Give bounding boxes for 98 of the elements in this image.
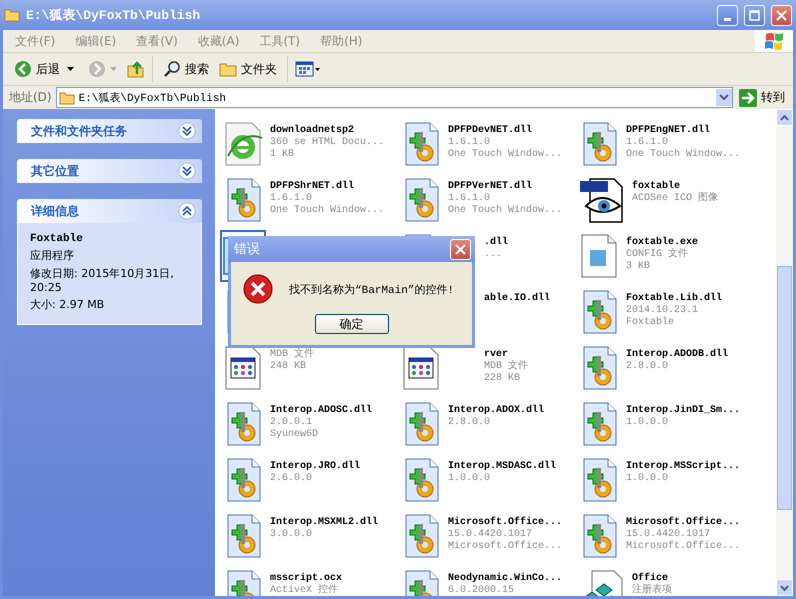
back-button[interactable]: 后退 [11,58,63,80]
up-folder-icon[interactable] [127,60,145,78]
folder-icon [219,61,237,77]
file-info: 15.0.4420.1017 [626,529,712,540]
panel-header[interactable]: 其它位置 [17,159,202,183]
file-info: 6.0.2000.15 [448,585,516,596]
scrollbar[interactable] [776,109,793,596]
panel-header[interactable]: 详细信息 [17,199,202,223]
file-info: 1.6.1.0 [270,193,314,204]
close-icon [455,244,466,254]
file-info: One Touch Window... [626,149,740,161]
detail-text: 大小: 2.97 MB [30,297,106,312]
detail-text: 应用程序 [30,248,75,263]
file-info: One Touch Window... [448,205,562,217]
file-name[interactable]: Interop.MSDASC.dll [448,461,556,473]
file-name[interactable]: rver [484,349,528,361]
error-message: 找不到名称为“BarMain”的控件! [289,283,454,296]
file-info: One Touch Window... [270,205,384,217]
maximize-icon [749,10,760,20]
ok-button[interactable]: 确定 [314,314,388,334]
file-name[interactable]: downloadnetsp2 [270,125,384,137]
file-info: 1.6.1.0 [448,193,492,204]
panel-header[interactable]: 文件和文件夹任务 [17,119,202,143]
file-name[interactable]: .dll [484,237,508,249]
file-info: Syunew6D [270,429,320,441]
file-info: ACDSee ICO 图像 [632,193,718,205]
views-icon[interactable] [295,60,321,78]
file-name[interactable]: Neodynamic.WinCo... [448,573,562,585]
search-icon [163,60,181,78]
folder-icon [58,90,75,104]
file-name[interactable]: Interop.MSScript... [626,461,740,473]
file-info: One Touch Window... [448,149,562,161]
file-info: 2.6.0.0 [270,473,314,485]
eye-file-icon [578,176,626,224]
file-name[interactable]: DPFPEngNET.dll [626,125,740,137]
file-info: 1.6.1.0 [448,137,492,148]
file-info: 360 se HTML Docu... [270,137,384,149]
file-name[interactable]: foxtable [632,181,718,193]
file-info: 228 KB [484,373,522,385]
detail-text: 修改日期: 2015年10月31日, 20:25 [30,266,175,294]
file-name: Foxtable [30,233,84,245]
file-info: ... [484,249,504,261]
close-button[interactable] [450,238,471,260]
minimize-button[interactable] [717,4,738,26]
flag-logo-icon [755,30,793,52]
close-button[interactable] [771,4,792,26]
dialog-title: 错误 [234,241,260,258]
file-name[interactable]: Interop.ADOX.dll [448,405,544,417]
file-info: CONFIG 文件 [626,249,690,261]
close-icon [776,10,787,20]
file-info: 2014.10.23.1 [626,305,700,316]
file-info: 1 KB [270,149,296,161]
arrow-icon [739,88,757,106]
file-name[interactable]: Interop.MSXML2.dll [270,517,378,529]
file-info: 1.0.0.0 [626,473,670,485]
file-name[interactable]: Interop.ADOSC.dll [270,405,372,417]
file-name[interactable]: Office [632,573,672,585]
file-name[interactable]: DPFPVerNET.dll [448,181,562,193]
file-info: 15.0.4420.1017 [448,529,534,540]
file-info: 注册表项 [632,585,672,596]
file-name[interactable]: msscript.ocx [270,573,342,585]
file-name[interactable]: Interop.ADODB.dll [626,349,728,361]
file-name[interactable]: DPFPShrNET.dll [270,181,384,193]
file-info: Microsoft.Office... [626,541,740,553]
file-info: 1.0.0.0 [626,417,670,429]
file-info: MDB 文件 [484,361,528,373]
file-name[interactable]: foxtable.exe [626,237,698,249]
file-name[interactable]: able.IO.dll [484,293,550,305]
address-label: 地址(D) [9,89,52,106]
file-info: 2.0.0.1 [270,417,314,429]
file-info: 3.0.0.0 [270,529,314,541]
file-info: 248 KB [270,361,308,373]
window-title: E:\狐表\DyFoxTb\Publish [26,7,202,24]
address-field[interactable]: E:\狐表\DyFoxTb\Publish [56,87,733,108]
file-info: 1.6.1.0 [626,137,670,148]
go-button[interactable]: 转到 [737,88,793,106]
file-info: 2.8.0.0 [626,361,670,373]
file-name[interactable]: Interop.JinDI_Sm... [626,405,740,417]
file-info: Foxtable [626,317,676,329]
caret-icon[interactable] [67,67,74,71]
search-button[interactable]: 搜索 [160,58,212,80]
file-name[interactable]: Foxtable.Lib.dll [626,293,722,305]
folders-button[interactable]: 文件夹 [216,58,280,80]
error-icon [243,274,273,304]
maximize-button[interactable] [744,4,765,26]
folder-icon [4,8,20,22]
file-info: 1.0.0.0 [448,473,492,485]
file-name[interactable]: Interop.JRO.dll [270,461,360,473]
file-name[interactable]: Microsoft.Office... [448,517,562,529]
file-info: 3 KB [626,261,652,273]
file-info: ActiveX 控件 [270,585,340,596]
dropdown-icon[interactable] [716,89,732,106]
file-name[interactable]: DPFPDevNET.dll [448,125,562,137]
file-name[interactable]: Microsoft.Office... [626,517,740,529]
file-info: 2.8.0.0 [448,417,492,429]
file-info: MDB 文件 [270,349,314,361]
file-info: Microsoft.Office... [448,541,562,553]
minimize-icon [724,18,731,20]
